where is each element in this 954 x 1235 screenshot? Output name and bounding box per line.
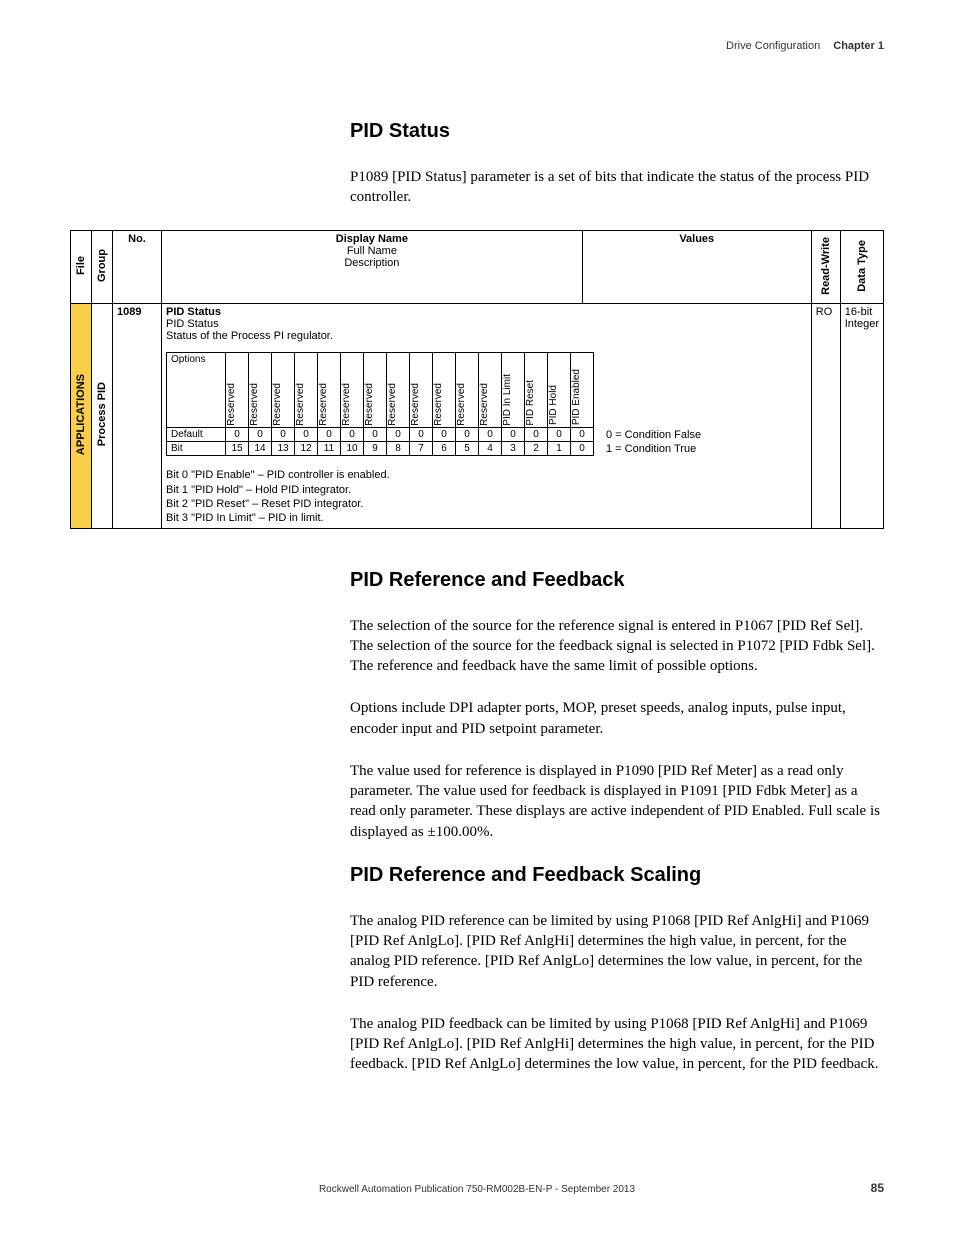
cell-datatype: 16-bit Integer bbox=[840, 304, 883, 528]
bit-index: 5 bbox=[456, 442, 479, 456]
bit-default: 0 bbox=[295, 428, 318, 442]
bit-default: 0 bbox=[433, 428, 456, 442]
table-header-row: File Group No. Display Name Full Name De… bbox=[71, 230, 884, 304]
bit-descriptions: Bit 0 "PID Enable" – PID controller is e… bbox=[166, 468, 807, 525]
display-name: PID Status bbox=[166, 306, 807, 318]
col-no: No. bbox=[113, 230, 162, 304]
doc-section: Drive Configuration bbox=[726, 40, 820, 52]
col-values: Values bbox=[582, 230, 811, 304]
pid-ref-fb-p3: The value used for reference is displaye… bbox=[350, 761, 880, 842]
bit-option: Reserved bbox=[295, 353, 318, 428]
bit-default: 0 bbox=[387, 428, 410, 442]
bit-index: 4 bbox=[479, 442, 502, 456]
pid-scaling-p2: The analog PID feedback can be limited b… bbox=[350, 1014, 880, 1075]
bit-description-line: Bit 0 "PID Enable" – PID controller is e… bbox=[166, 468, 807, 482]
bit-option: Reserved bbox=[364, 353, 387, 428]
bits-block: OptionsReservedReservedReservedReservedR… bbox=[166, 352, 807, 456]
bit-default: 0 bbox=[502, 428, 525, 442]
publication-line: Rockwell Automation Publication 750-RM00… bbox=[319, 1184, 635, 1195]
bit-description-line: Bit 3 "PID In Limit" – PID in limit. bbox=[166, 511, 807, 525]
heading-pid-scaling: PID Reference and Feedback Scaling bbox=[350, 864, 880, 887]
bit-default: 0 bbox=[548, 428, 571, 442]
bit-index: 0 bbox=[571, 442, 594, 456]
bit-default: 0 bbox=[318, 428, 341, 442]
bit-default: 0 bbox=[410, 428, 433, 442]
heading-pid-ref-fb: PID Reference and Feedback bbox=[350, 569, 880, 592]
bit-default: 0 bbox=[456, 428, 479, 442]
col-rw: Read-Write bbox=[811, 230, 840, 304]
pid-scaling-p1: The analog PID reference can be limited … bbox=[350, 911, 880, 992]
bits-legend: 0 = Condition False 1 = Condition True bbox=[606, 428, 701, 457]
cell-rw: RO bbox=[811, 304, 840, 528]
cell-file: APPLICATIONS bbox=[71, 304, 92, 528]
pid-ref-fb-p2: Options include DPI adapter ports, MOP, … bbox=[350, 698, 880, 739]
bit-index: 6 bbox=[433, 442, 456, 456]
bit-index: 1 bbox=[548, 442, 571, 456]
chapter-label: Chapter 1 bbox=[833, 40, 884, 52]
cell-no: 1089 bbox=[113, 304, 162, 528]
bit-option: Reserved bbox=[479, 353, 502, 428]
bit-default: 0 bbox=[479, 428, 502, 442]
full-name: PID Status bbox=[166, 318, 807, 330]
cell-description: PID Status PID Status Status of the Proc… bbox=[162, 304, 812, 528]
col-display: Display Name Full Name Description bbox=[162, 230, 583, 304]
cell-group: Process PID bbox=[92, 304, 113, 528]
bit-default: 0 bbox=[364, 428, 387, 442]
bit-index: 14 bbox=[249, 442, 272, 456]
bit-default: 0 bbox=[525, 428, 548, 442]
bit-option: PID Hold bbox=[548, 353, 571, 428]
bit-index: 11 bbox=[318, 442, 341, 456]
bit-option: Reserved bbox=[387, 353, 410, 428]
bit-description-line: Bit 2 "PID Reset" – Reset PID integrator… bbox=[166, 497, 807, 511]
bit-option: Reserved bbox=[410, 353, 433, 428]
col-group: Group bbox=[92, 230, 113, 304]
bit-index: 2 bbox=[525, 442, 548, 456]
bit-index: 10 bbox=[341, 442, 364, 456]
bit-index: 13 bbox=[272, 442, 295, 456]
bit-index: 9 bbox=[364, 442, 387, 456]
col-datatype: Data Type bbox=[840, 230, 883, 304]
bit-option: Reserved bbox=[341, 353, 364, 428]
pid-status-intro: P1089 [PID Status] parameter is a set of… bbox=[350, 167, 880, 208]
bit-default: 0 bbox=[226, 428, 249, 442]
bit-index: 12 bbox=[295, 442, 318, 456]
bit-option: Reserved bbox=[433, 353, 456, 428]
bit-index: 3 bbox=[502, 442, 525, 456]
heading-pid-status: PID Status bbox=[350, 120, 880, 143]
running-header: Drive Configuration Chapter 1 bbox=[726, 40, 884, 52]
bit-description-line: Bit 1 "PID Hold" – Hold PID integrator. bbox=[166, 483, 807, 497]
bit-default: 0 bbox=[341, 428, 364, 442]
table-row: APPLICATIONS Process PID 1089 PID Status… bbox=[71, 304, 884, 528]
bit-option: Reserved bbox=[318, 353, 341, 428]
page-number: 85 bbox=[871, 1181, 884, 1195]
page-footer: Rockwell Automation Publication 750-RM00… bbox=[70, 1184, 884, 1195]
bit-index: 8 bbox=[387, 442, 410, 456]
parameter-table: File Group No. Display Name Full Name De… bbox=[70, 230, 884, 529]
pid-ref-fb-p1: The selection of the source for the refe… bbox=[350, 616, 880, 677]
bit-option: Reserved bbox=[249, 353, 272, 428]
bit-option: Reserved bbox=[456, 353, 479, 428]
bit-default: 0 bbox=[571, 428, 594, 442]
bits-table: OptionsReservedReservedReservedReservedR… bbox=[166, 352, 594, 456]
bit-index: 15 bbox=[226, 442, 249, 456]
bit-option: PID Reset bbox=[525, 353, 548, 428]
desc-text: Status of the Process PI regulator. bbox=[166, 330, 807, 342]
bit-option: Reserved bbox=[226, 353, 249, 428]
bit-default: 0 bbox=[272, 428, 295, 442]
bit-default: 0 bbox=[249, 428, 272, 442]
bit-option: PID Enabled bbox=[571, 353, 594, 428]
col-file: File bbox=[71, 230, 92, 304]
bit-index: 7 bbox=[410, 442, 433, 456]
bit-option: PID In Limit bbox=[502, 353, 525, 428]
bit-option: Reserved bbox=[272, 353, 295, 428]
